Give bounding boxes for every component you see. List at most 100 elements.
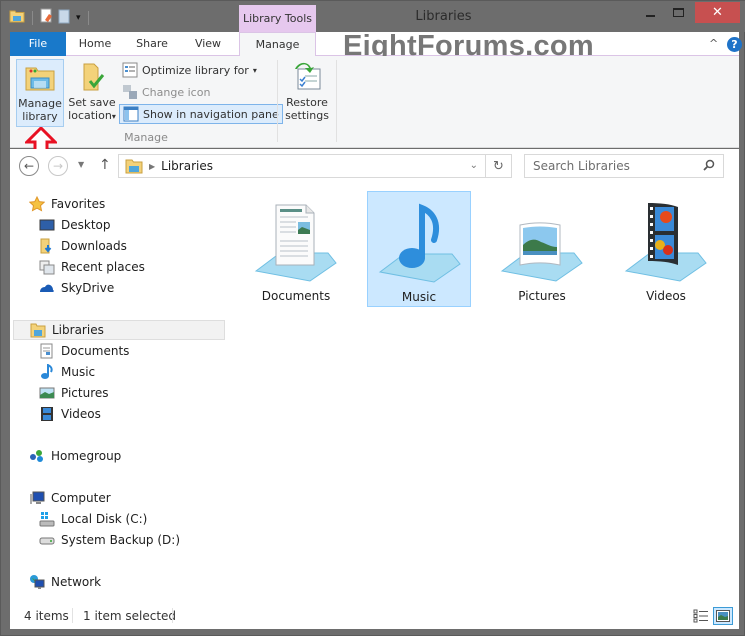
change-icon-button[interactable]: Change icon [119,82,213,102]
large-icons-view-button[interactable] [713,607,733,625]
group-divider [277,60,278,142]
nav-favorites[interactable]: Favorites [29,194,105,214]
recent-places-icon [39,260,55,275]
drive-icon [39,537,55,545]
forward-button[interactable]: → [48,156,68,176]
tab-home[interactable]: Home [70,32,120,56]
optimize-icon [122,62,138,78]
documents-icon [40,343,53,359]
address-dropdown-icon[interactable]: ⌄ [470,160,478,171]
up-button[interactable]: ↑ [99,157,111,173]
library-tile-documents[interactable]: Documents [244,191,348,307]
nav-homegroup[interactable]: Homegroup [29,446,121,466]
details-view-button[interactable] [691,607,711,625]
library-tile-music[interactable]: Music [367,191,471,307]
libraries-icon [30,323,46,338]
restore-settings-icon [295,62,321,90]
nav-label: Network [51,575,102,589]
large-icons-view-icon [716,610,730,622]
item-count: 4 items [24,609,69,623]
breadcrumb-libraries[interactable]: Libraries [161,159,213,173]
restore-settings-button[interactable]: Restore settings [282,59,332,127]
nav-recent-places[interactable]: Recent places [39,257,145,277]
nav-label: Pictures [61,386,109,400]
forward-arrow-icon: → [52,159,64,173]
nav-documents[interactable]: Documents [39,341,129,361]
tab-manage[interactable]: Manage [239,32,316,57]
status-divider [72,608,73,623]
show-in-navigation-pane-button[interactable]: Show in navigation pane [119,104,283,124]
nav-videos[interactable]: Videos [39,404,101,424]
optimize-library-for-button[interactable]: Optimize library for ▾ [119,60,260,80]
nav-label: Videos [61,407,101,421]
change-icon-icon [123,85,137,99]
refresh-button[interactable]: ↻ [485,155,511,177]
pictures-library-icon [500,222,583,282]
navigation-pane-icon [123,106,139,122]
pictures-icon [39,387,55,399]
nav-label: Favorites [51,197,106,211]
content-area: Favorites Desktop Downloads Recent place… [10,185,739,603]
chevron-down-icon: ▾ [111,112,116,121]
documents-library-icon [254,204,337,282]
nav-pictures[interactable]: Pictures [39,383,109,403]
navigation-pane[interactable]: Favorites Desktop Downloads Recent place… [10,185,225,603]
nav-label: System Backup (D:) [61,533,181,547]
recent-locations-dropdown[interactable]: ▼ [78,160,84,169]
restore-label-2: settings [285,109,329,122]
tile-label: Music [401,290,437,304]
network-icon [30,575,45,589]
search-placeholder: Search Libraries [533,159,630,173]
minimize-button[interactable] [637,2,663,23]
close-button[interactable]: ✕ [695,2,740,23]
change-icon-label: Change icon [142,85,211,99]
tile-label: Pictures [518,289,566,303]
nav-label: Desktop [61,218,111,232]
maximize-button[interactable] [665,2,691,23]
nav-skydrive[interactable]: SkyDrive [39,278,114,298]
selection-count: 1 item selected [83,609,177,623]
homegroup-icon [30,450,43,462]
address-bar[interactable]: ▶ Libraries ⌄ ↻ [118,154,512,178]
nav-local-disk-c[interactable]: Local Disk (C:) [39,509,147,529]
help-icon[interactable]: ? [727,37,742,52]
nav-computer[interactable]: Computer [29,488,111,508]
back-button[interactable]: ← [19,156,39,176]
ribbon-tabs: File Home Share View Manage EightForums.… [10,30,742,62]
title-bar[interactable]: ▾ Library Tools Libraries ✕ [1,1,745,32]
nav-label: Computer [51,491,111,505]
tab-file[interactable]: File [10,32,66,56]
restore-label-1: Restore [286,96,328,109]
nav-system-backup-d[interactable]: System Backup (D:) [39,530,180,550]
nav-libraries[interactable]: Libraries [13,320,225,340]
skydrive-cloud-icon [40,284,54,292]
nav-label: SkyDrive [61,281,115,295]
details-view-icon [693,609,708,623]
collapse-ribbon-icon[interactable]: ^ [709,37,718,50]
tab-view[interactable]: View [184,32,232,56]
downloads-icon [40,238,52,254]
breadcrumb-separator-icon[interactable]: ▶ [149,162,155,171]
nav-downloads[interactable]: Downloads [39,236,127,256]
explorer-window: ▾ Library Tools Libraries ✕ File Home Sh… [0,0,745,636]
refresh-icon: ↻ [493,158,504,174]
computer-icon [30,491,45,504]
nav-label: Libraries [52,323,104,337]
window-title: Libraries [415,9,472,24]
library-tile-videos[interactable]: Videos [614,191,718,307]
group-divider [336,60,337,142]
tab-share[interactable]: Share [126,32,178,56]
show-in-nav-label: Show in navigation pane [143,107,279,121]
library-tile-pictures[interactable]: Pictures [490,191,594,307]
music-library-icon [378,203,461,283]
nav-label: Homegroup [51,449,122,463]
manage-library-button[interactable]: Manage library [16,59,64,127]
nav-music[interactable]: Music [39,362,95,382]
nav-desktop[interactable]: Desktop [39,215,111,235]
nav-network[interactable]: Network [29,572,101,592]
set-save-label-2: location▾ [68,109,116,122]
search-icon [703,159,715,174]
set-save-location-button[interactable]: Set save location▾ [66,59,118,127]
search-input[interactable]: Search Libraries [524,154,724,178]
nav-label: Music [61,365,96,379]
